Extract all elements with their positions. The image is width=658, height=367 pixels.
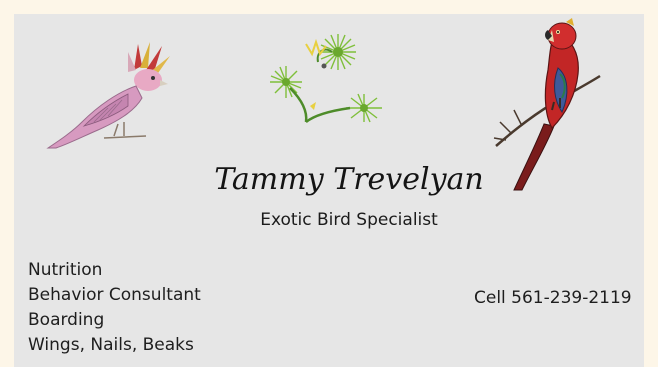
page: Tammy Trevelyan Exotic Bird Specialist N… (0, 0, 658, 367)
cardholder-name: Tammy Trevelyan (214, 162, 484, 197)
job-title: Exotic Bird Specialist (260, 210, 438, 230)
service-item-nutrition: Nutrition (28, 260, 103, 280)
service-item-boarding: Boarding (28, 310, 105, 330)
red-macaw-on-branch-icon (493, 18, 601, 191)
sunflower-sprigs-icon (270, 34, 382, 124)
cell-phone: Cell 561-239-2119 (474, 288, 632, 308)
services-list: Nutrition Behavior Consultant Boarding W… (28, 258, 201, 358)
business-card: Tammy Trevelyan Exotic Bird Specialist N… (14, 14, 644, 367)
service-item-grooming: Wings, Nails, Beaks (28, 335, 194, 355)
pink-cockatoo-icon (46, 42, 170, 149)
service-item-behavior: Behavior Consultant (28, 285, 201, 305)
